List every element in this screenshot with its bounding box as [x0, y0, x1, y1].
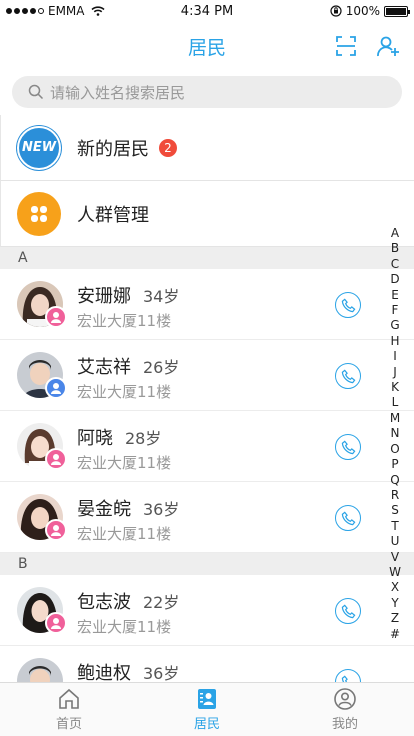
resident-row[interactable]: 晏金皖 36岁 宏业大厦11楼: [0, 482, 414, 553]
index-letter[interactable]: W: [389, 565, 401, 580]
index-letter[interactable]: J: [393, 365, 397, 380]
index-letter[interactable]: X: [391, 580, 399, 595]
resident-address: 宏业大厦11楼: [77, 454, 172, 472]
resident-age: 28岁: [125, 429, 162, 448]
profile-icon: [334, 688, 356, 710]
resident-age: 36岁: [143, 500, 180, 519]
resident-age: 34岁: [143, 287, 180, 306]
index-letter[interactable]: H: [390, 334, 399, 349]
index-letter[interactable]: L: [392, 395, 399, 410]
index-letter[interactable]: R: [391, 488, 399, 503]
page-title: 居民: [187, 36, 226, 59]
female-gender-icon: [45, 612, 67, 634]
new-residents-row[interactable]: NEW 新的居民 2: [0, 115, 414, 181]
resident-row[interactable]: 包志波 22岁 宏业大厦11楼: [0, 575, 414, 646]
phone-icon[interactable]: [335, 434, 361, 460]
resident-age: 36岁: [143, 664, 180, 683]
name-line: 晏金皖 36岁: [77, 495, 179, 521]
phone-icon[interactable]: [335, 505, 361, 531]
tab-profile[interactable]: 我的: [276, 683, 414, 736]
resident-age: 22岁: [143, 593, 180, 612]
search-placeholder: 请输入姓名搜索居民: [50, 83, 186, 102]
nav-bar: 居民: [0, 22, 414, 70]
resident-name: 阿晓: [77, 428, 113, 449]
resident-address: 宏业大厦11楼: [77, 525, 172, 543]
index-letter[interactable]: V: [391, 550, 399, 565]
resident-address: 宏业大厦11楼: [77, 312, 172, 330]
index-letter[interactable]: Y: [391, 596, 398, 611]
alphabet-index[interactable]: A B C D E F G H I J K L M N O P Q R S T …: [388, 226, 402, 642]
female-gender-icon: [45, 306, 67, 328]
resident-address: 宏业大厦11楼: [77, 383, 172, 401]
phone-icon[interactable]: [335, 598, 361, 624]
index-letter[interactable]: S: [391, 503, 399, 518]
resident-row[interactable]: 安珊娜 34岁 宏业大厦11楼: [0, 269, 414, 340]
new-residents-badge: 2: [159, 138, 177, 157]
index-letter[interactable]: O: [390, 442, 399, 457]
name-line: 阿晓 28岁: [77, 424, 161, 450]
new-icon-text: NEW: [21, 140, 57, 155]
index-letter[interactable]: T: [391, 519, 398, 534]
new-residents-label: 新的居民: [77, 138, 149, 160]
index-letter[interactable]: U: [391, 534, 400, 549]
index-letter[interactable]: G: [390, 318, 399, 333]
scan-icon[interactable]: [334, 34, 358, 58]
search-input[interactable]: 请输入姓名搜索居民: [12, 76, 402, 108]
female-gender-icon: [45, 448, 67, 470]
group-icon: [17, 191, 61, 236]
tab-residents[interactable]: 居民: [138, 683, 276, 736]
tab-label: 我的: [331, 717, 358, 732]
resident-row[interactable]: 艾志祥 26岁 宏业大厦11楼: [0, 340, 414, 411]
index-letter[interactable]: C: [391, 257, 399, 272]
resident-name: 安珊娜: [77, 286, 131, 307]
residents-icon: [198, 689, 216, 709]
index-letter[interactable]: Q: [390, 473, 399, 488]
resident-age: 26岁: [143, 358, 180, 377]
resident-row[interactable]: 阿晓 28岁 宏业大厦11楼: [0, 411, 414, 482]
male-gender-icon: [45, 377, 67, 399]
female-gender-icon: [45, 519, 67, 541]
resident-address: 宏业大厦11楼: [77, 618, 172, 636]
nav-actions: [334, 34, 400, 58]
index-letter[interactable]: F: [392, 303, 399, 318]
phone-icon[interactable]: [335, 363, 361, 389]
residents-screen: EMMA 4:34 PM 100% 居民 请输入姓名搜索居民 NEW 新的居民 …: [0, 0, 414, 736]
index-letter[interactable]: D: [390, 272, 399, 287]
tab-bar: 首页 居民 我的: [0, 682, 414, 736]
search-bar: 请输入姓名搜索居民: [0, 70, 414, 114]
name-line: 包志波 22岁: [77, 588, 179, 614]
home-icon: [59, 688, 79, 709]
resident-name: 晏金皖: [77, 499, 131, 520]
section-header-b: B: [0, 553, 414, 575]
section-header-a: A: [0, 247, 414, 269]
tab-label: 首页: [55, 717, 82, 732]
index-letter[interactable]: A: [391, 226, 399, 241]
search-icon: [28, 84, 44, 100]
group-management-row[interactable]: 人群管理: [0, 181, 414, 247]
phone-icon[interactable]: [335, 292, 361, 318]
index-letter[interactable]: K: [391, 380, 399, 395]
name-line: 艾志祥 26岁: [77, 353, 179, 379]
index-letter[interactable]: #: [390, 627, 400, 642]
index-letter[interactable]: M: [390, 411, 400, 426]
battery-icon: [384, 5, 410, 17]
tab-home[interactable]: 首页: [0, 683, 138, 736]
status-time: 4:34 PM: [180, 3, 234, 19]
tab-label: 居民: [193, 717, 220, 732]
resident-name: 包志波: [77, 592, 131, 613]
group-management-label: 人群管理: [77, 204, 149, 226]
status-bar: EMMA 4:34 PM 100%: [0, 0, 414, 22]
index-letter[interactable]: E: [391, 288, 399, 303]
index-letter[interactable]: Z: [391, 611, 399, 626]
index-letter[interactable]: N: [391, 426, 400, 441]
add-resident-icon[interactable]: [376, 34, 400, 58]
index-letter[interactable]: P: [391, 457, 398, 472]
index-letter[interactable]: I: [393, 349, 397, 364]
index-letter[interactable]: B: [391, 241, 399, 256]
name-line: 安珊娜 34岁: [77, 282, 179, 308]
new-icon: NEW: [17, 125, 61, 170]
resident-name: 艾志祥: [77, 357, 131, 378]
